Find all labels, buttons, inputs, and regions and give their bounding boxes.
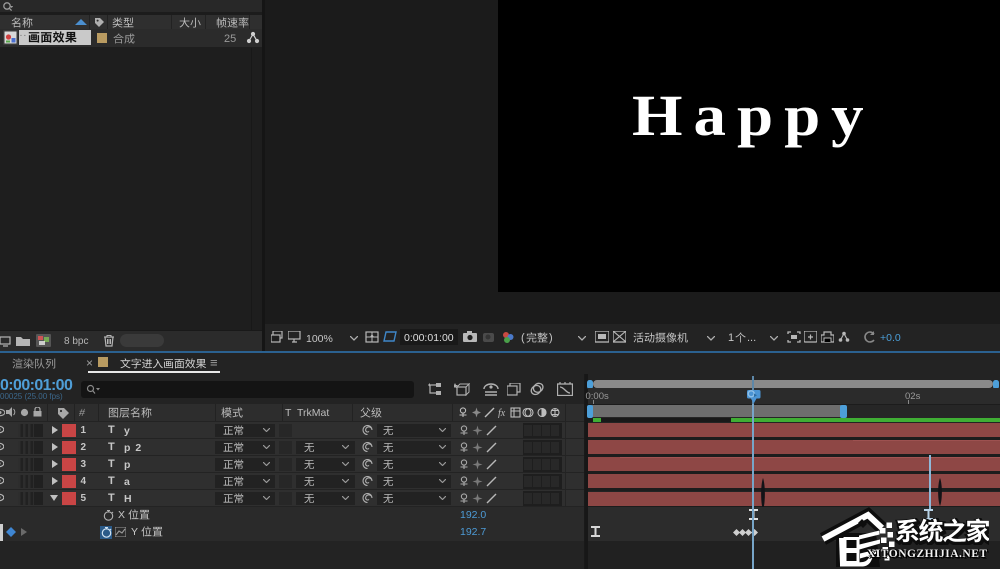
svg-text:fx: fx	[498, 408, 506, 418]
